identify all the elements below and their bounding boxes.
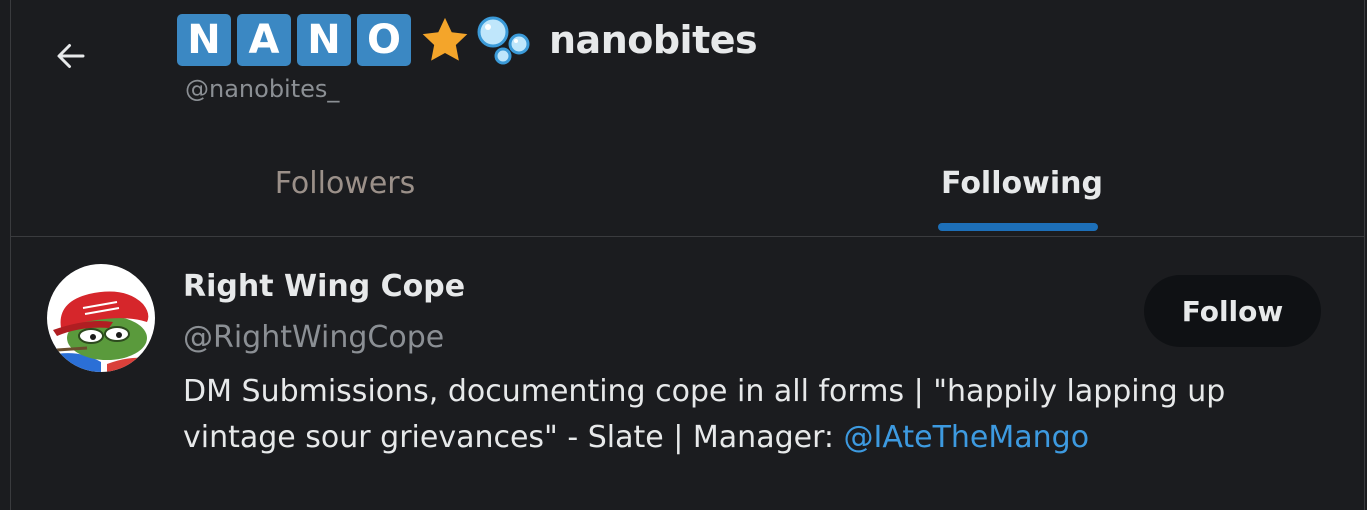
letter-o-emoji: O <box>357 14 411 66</box>
letter-n-emoji: N <box>297 14 351 66</box>
pepe-maga-hat-avatar-icon <box>47 264 155 372</box>
profile-handle: @nanobites_ <box>185 75 340 103</box>
active-tab-indicator <box>938 223 1098 231</box>
profile-title: N A N O nanobites <box>177 12 758 68</box>
bubbles-icon <box>475 12 535 68</box>
profile-connections-panel: N A N O nanobites @nanobites_ Followers … <box>10 0 1365 510</box>
user-name[interactable]: Right Wing Cope <box>183 269 465 304</box>
star-icon <box>419 14 471 66</box>
user-list-item[interactable]: Right Wing Cope @RightWingCope Follow DM… <box>11 237 1364 510</box>
tab-following[interactable]: Following <box>679 130 1365 236</box>
avatar[interactable] <box>47 264 155 372</box>
arrow-left-icon <box>57 44 85 68</box>
connections-tabs: Followers Following <box>11 130 1364 237</box>
user-bio: DM Submissions, documenting cope in all … <box>183 369 1263 461</box>
follow-button[interactable]: Follow <box>1144 275 1321 347</box>
letter-a-emoji: A <box>237 14 291 66</box>
user-handle[interactable]: @RightWingCope <box>183 320 444 355</box>
bio-mention-link[interactable]: @IAteTheMango <box>844 420 1090 455</box>
back-button[interactable] <box>49 34 93 78</box>
letter-n-emoji: N <box>177 14 231 66</box>
tab-followers[interactable]: Followers <box>11 130 679 236</box>
profile-display-name: nanobites <box>549 18 758 62</box>
